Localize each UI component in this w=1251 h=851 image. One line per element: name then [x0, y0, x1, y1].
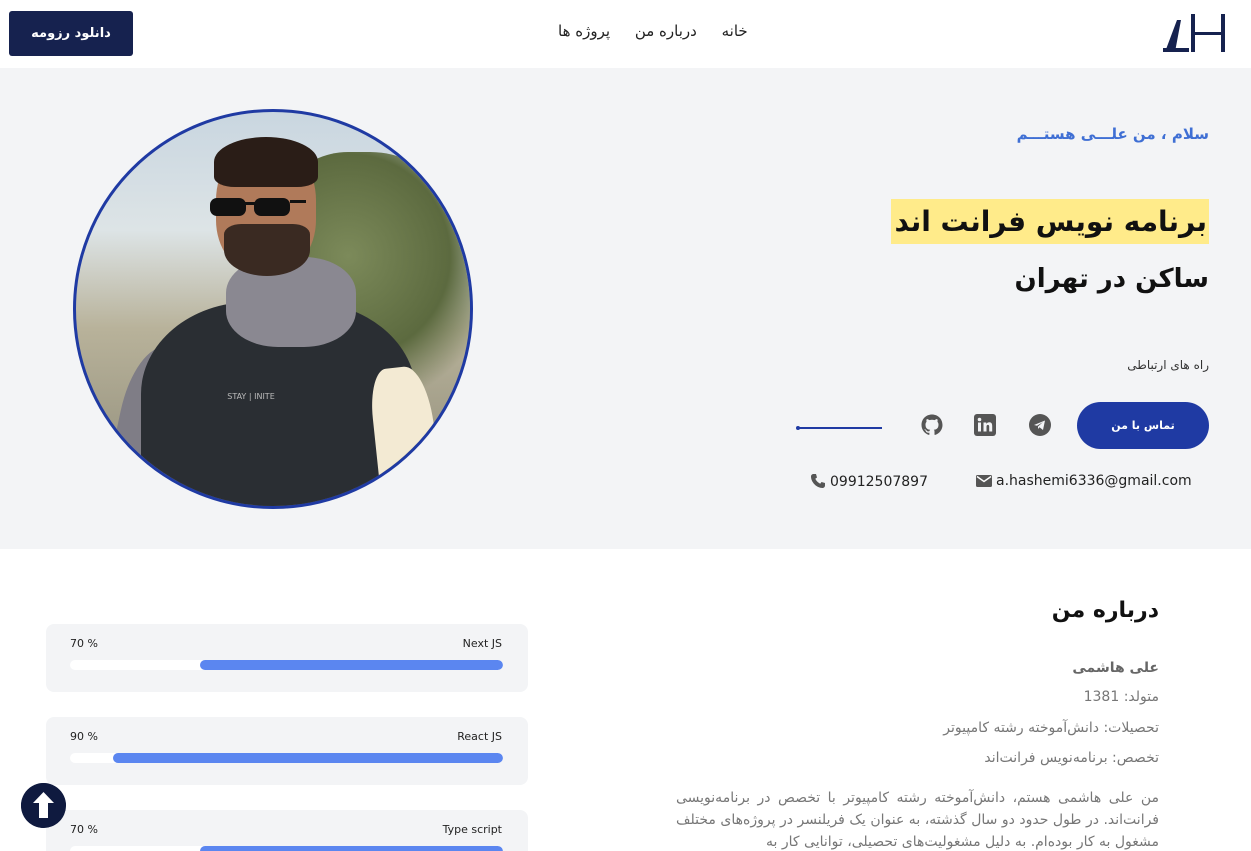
nav-projects[interactable]: پروژه ها: [558, 22, 610, 40]
phone-icon: [811, 474, 825, 488]
skill-card: React JS 90 %: [46, 717, 528, 785]
skill-progress-track: [70, 753, 503, 763]
nav-about[interactable]: درباره من: [635, 22, 697, 40]
hero-title: برنامه نویس فرانت اند: [890, 199, 1209, 244]
skill-percent: 90 %: [70, 730, 98, 743]
linkedin-icon[interactable]: [973, 413, 997, 437]
mail-icon: [976, 475, 992, 487]
about-title: درباره من: [1051, 598, 1159, 623]
scroll-top-button[interactable]: [21, 783, 66, 828]
shirt-print: STAY | INITE: [227, 392, 275, 401]
hero-subtitle: ساکن در تهران: [1014, 264, 1209, 294]
phone-text: 09912507897: [830, 474, 928, 490]
hero-section: STAY | INITE سلام ، من علـــی هستـــم بر…: [0, 68, 1251, 549]
phone-contact[interactable]: 09912507897: [810, 473, 928, 490]
about-specialty: تخصص: برنامه‌نویس فرانت‌اند: [984, 750, 1159, 766]
skill-name: Next JS: [462, 637, 502, 650]
github-icon[interactable]: [920, 413, 944, 437]
decorative-dot: [796, 426, 800, 430]
skill-name: React JS: [457, 730, 502, 743]
decorative-line: [797, 427, 882, 429]
contact-ways-label: راه های ارتباطی: [1127, 358, 1209, 372]
about-born: متولد: 1381: [1083, 689, 1159, 705]
skill-progress-fill: [113, 753, 503, 763]
skill-progress-track: [70, 846, 503, 851]
email-contact[interactable]: a.hashemi6336@gmail.com: [976, 473, 1192, 489]
site-header: خانه درباره من پروژه ها دانلود رزومه: [0, 0, 1251, 68]
nav-home[interactable]: خانه: [722, 22, 748, 40]
telegram-icon[interactable]: [1028, 413, 1052, 437]
skill-progress-fill: [199, 660, 503, 670]
skill-card: Type script 70 %: [46, 810, 528, 851]
about-education: تحصیلات: دانش‌آموخته رشته کامپیوتر: [943, 720, 1159, 736]
profile-photo: STAY | INITE: [73, 109, 473, 509]
email-text: a.hashemi6336@gmail.com: [996, 473, 1192, 489]
logo-icon[interactable]: [1163, 12, 1235, 54]
about-name: علی هاشمی: [1072, 660, 1159, 676]
skill-name: Type script: [442, 823, 502, 836]
skill-percent: 70 %: [70, 823, 98, 836]
skill-percent: 70 %: [70, 637, 98, 650]
skill-progress-track: [70, 660, 503, 670]
greeting-text: سلام ، من علـــی هستـــم: [1016, 125, 1209, 143]
contact-me-button[interactable]: تماس با من: [1077, 402, 1209, 449]
skill-card: Next JS 70 %: [46, 624, 528, 692]
skill-progress-fill: [199, 846, 503, 851]
about-paragraph: من علی هاشمی هستم، دانش‌آموخته رشته کامپ…: [676, 790, 1159, 850]
download-resume-button[interactable]: دانلود رزومه: [9, 11, 133, 56]
